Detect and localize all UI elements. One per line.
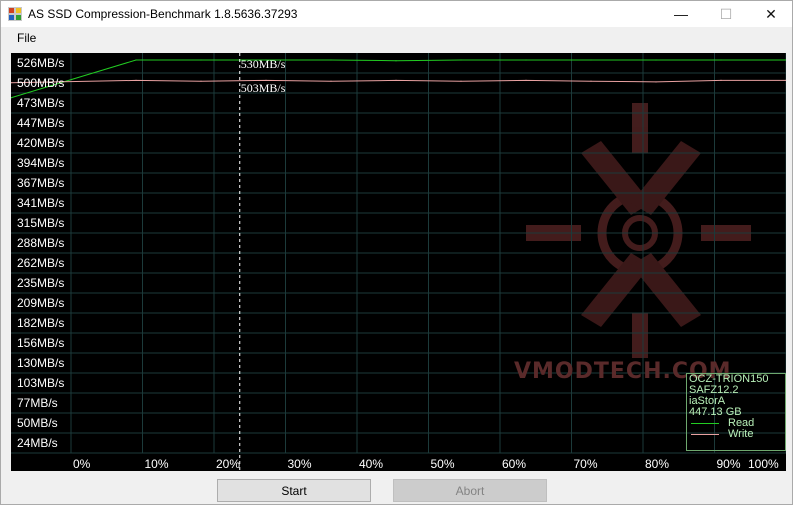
x-tick-label: 100% bbox=[748, 457, 779, 471]
y-tick-label: 288MB/s bbox=[17, 236, 65, 250]
write-series-line-point bbox=[720, 79, 722, 82]
write-series-line-point bbox=[460, 80, 462, 82]
app-window: AS SSD Compression-Benchmark 1.8.5636.37… bbox=[0, 0, 793, 505]
read-series-line bbox=[11, 59, 786, 99]
y-tick-label: 182MB/s bbox=[17, 316, 65, 330]
y-tick-label: 156MB/s bbox=[17, 336, 65, 350]
write-series-line-point bbox=[200, 80, 202, 82]
legend-write: Write bbox=[687, 429, 785, 440]
menu-file[interactable]: File bbox=[11, 31, 42, 45]
read-series-line-point bbox=[525, 59, 527, 61]
y-tick-label: 367MB/s bbox=[17, 176, 65, 190]
y-tick-label: 500MB/s bbox=[17, 76, 65, 90]
write-series-line-point bbox=[395, 79, 397, 82]
menu-bar: File bbox=[1, 28, 792, 48]
write-series-line-point bbox=[655, 81, 657, 83]
y-tick-label: 262MB/s bbox=[17, 256, 65, 270]
x-tick-label: 70% bbox=[573, 457, 598, 471]
write-series-line-point bbox=[525, 79, 527, 82]
read-series-line-point bbox=[395, 60, 397, 62]
read-series-line-point bbox=[200, 59, 202, 61]
y-tick-label: 394MB/s bbox=[17, 156, 65, 170]
drive-info-box: OCZ-TRION150 SAFZ12.2 iaStorA 447.13 GB … bbox=[686, 373, 786, 451]
legend-write-swatch bbox=[691, 434, 719, 435]
y-tick-label: 473MB/s bbox=[17, 96, 65, 110]
y-tick-label: 50MB/s bbox=[17, 416, 58, 430]
y-tick-label: 24MB/s bbox=[17, 436, 58, 450]
minimize-button[interactable]: — bbox=[658, 1, 704, 27]
y-tick-label: 341MB/s bbox=[17, 196, 65, 210]
y-tick-label: 209MB/s bbox=[17, 296, 65, 310]
legend-write-label: Write bbox=[728, 428, 754, 440]
benchmark-graph: 526MB/s 500MB/s 473MB/s 447MB/s 420MB/s 394MB… bbox=[11, 53, 786, 471]
x-tick-label: 30% bbox=[287, 457, 312, 471]
x-tick-label: 90% bbox=[716, 457, 741, 471]
abort-button[interactable]: Abort bbox=[393, 479, 547, 502]
window-title: AS SSD Compression-Benchmark 1.8.5636.37… bbox=[28, 7, 298, 21]
read-series-line-point bbox=[720, 59, 722, 61]
graph-canvas bbox=[11, 53, 786, 471]
title-bar: AS SSD Compression-Benchmark 1.8.5636.37… bbox=[1, 1, 792, 27]
y-tick-label: 447MB/s bbox=[17, 116, 65, 130]
app-icon bbox=[8, 7, 22, 21]
maximize-button[interactable]: ☐ bbox=[703, 1, 749, 27]
y-tick-label: 103MB/s bbox=[17, 376, 65, 390]
read-series-line-point bbox=[460, 59, 462, 61]
close-button[interactable]: ✕ bbox=[748, 1, 793, 27]
y-tick-label: 420MB/s bbox=[17, 136, 65, 150]
read-series-line-point bbox=[655, 59, 657, 61]
close-icon: ✕ bbox=[765, 5, 777, 22]
y-tick-label: 526MB/s bbox=[17, 56, 65, 70]
x-tick-label: 40% bbox=[359, 457, 384, 471]
write-peak-label: 503MB/s bbox=[240, 81, 286, 96]
x-tick-label: 10% bbox=[144, 457, 169, 471]
minimize-icon: — bbox=[674, 6, 688, 22]
x-tick-label: 50% bbox=[430, 457, 455, 471]
y-tick-label: 130MB/s bbox=[17, 356, 65, 370]
read-series-line-point bbox=[590, 59, 592, 61]
read-series-line-point bbox=[330, 59, 332, 61]
maximize-icon: ☐ bbox=[719, 5, 733, 22]
y-tick-label: 77MB/s bbox=[17, 396, 58, 410]
legend-read-swatch bbox=[691, 423, 719, 424]
x-tick-label: 80% bbox=[645, 457, 670, 471]
x-tick-label: 0% bbox=[73, 457, 91, 471]
y-tick-label: 315MB/s bbox=[17, 216, 65, 230]
write-series-line-point bbox=[590, 80, 592, 82]
read-series-line-point bbox=[135, 59, 137, 61]
y-tick-label: 235MB/s bbox=[17, 276, 65, 290]
write-series-line-point bbox=[135, 79, 137, 82]
x-tick-label: 60% bbox=[502, 457, 527, 471]
write-series-line bbox=[11, 79, 786, 84]
read-peak-label: 530MB/s bbox=[240, 56, 286, 71]
write-series-line-point bbox=[330, 80, 332, 82]
x-tick-label: 20% bbox=[216, 457, 241, 471]
grid bbox=[11, 53, 786, 454]
watermark-logo bbox=[526, 103, 751, 358]
start-button[interactable]: Start bbox=[217, 479, 371, 502]
